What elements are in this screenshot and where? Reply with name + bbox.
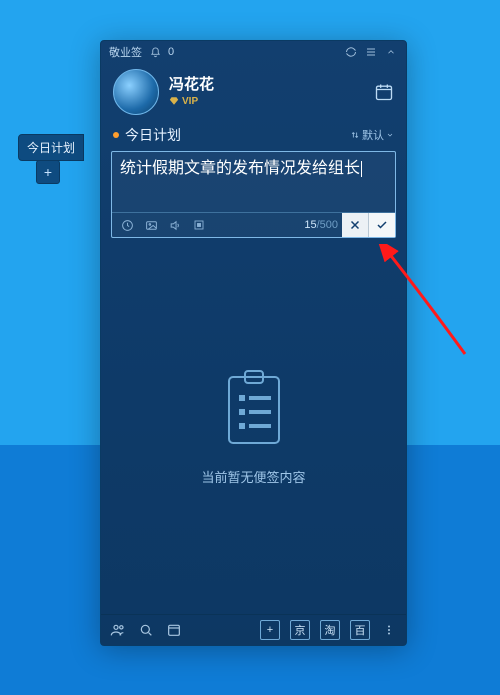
section-title: 今日计划 [125,125,181,145]
sound-icon[interactable] [166,216,184,234]
user-row: 冯花花 VIP [101,63,406,121]
app-window: 敬业签 0 冯花花 VIP [100,40,407,646]
cancel-button[interactable] [342,213,368,237]
confirm-button[interactable] [368,213,395,237]
footer-baidu-button[interactable]: 百 [350,620,370,640]
sort-label: 默认 [362,127,384,143]
calendar-icon[interactable] [374,82,394,102]
char-count: 15/500 [304,219,342,231]
text-caret [361,161,362,177]
side-tab-label: 今日计划 [27,141,75,155]
side-tab-today-plan[interactable]: 今日计划 [18,134,84,161]
empty-message: 当前暂无便签内容 [201,467,305,486]
image-icon[interactable] [142,216,160,234]
bell-icon[interactable] [148,45,162,59]
section-dot-icon [113,132,119,138]
search-icon[interactable] [137,621,155,639]
side-add-button[interactable]: + [36,160,60,184]
more-icon[interactable] [380,621,398,639]
sort-icon [350,130,360,140]
clock-icon[interactable] [118,216,136,234]
stop-icon[interactable] [190,216,208,234]
section-header: 今日计划 默认 [101,121,406,151]
vip-badge: VIP [169,96,214,107]
badge-count: 0 [168,46,174,58]
check-icon [375,219,389,231]
footer-add-button[interactable]: + [260,620,280,640]
contacts-icon[interactable] [109,621,127,639]
footer-taobao-button[interactable]: 淘 [320,620,340,640]
clipboard-icon [219,367,289,453]
footer: + 京 淘 百 [101,614,406,645]
app-name: 敬业签 [109,44,142,60]
editor-toolbar: 15/500 [112,212,395,237]
plus-icon: + [44,164,52,180]
avatar[interactable] [113,69,159,115]
collapse-icon[interactable] [384,45,398,59]
diamond-icon [169,96,179,106]
note-editor: 统计假期文章的发布情况发给组长 15/500 [111,151,396,238]
close-icon [349,219,361,231]
desktop: 今日计划 + 敬业签 0 冯花花 [0,0,500,695]
titlebar: 敬业签 0 [101,41,406,63]
calendar-small-icon[interactable] [165,621,183,639]
chevron-down-icon [386,131,394,139]
sync-icon[interactable] [344,45,358,59]
note-textarea[interactable]: 统计假期文章的发布情况发给组长 [112,152,395,212]
menu-icon[interactable] [364,45,378,59]
footer-jd-button[interactable]: 京 [290,620,310,640]
sort-dropdown[interactable]: 默认 [350,127,394,143]
content-area: 当前暂无便签内容 [101,238,406,614]
user-name: 冯花花 [169,77,214,94]
